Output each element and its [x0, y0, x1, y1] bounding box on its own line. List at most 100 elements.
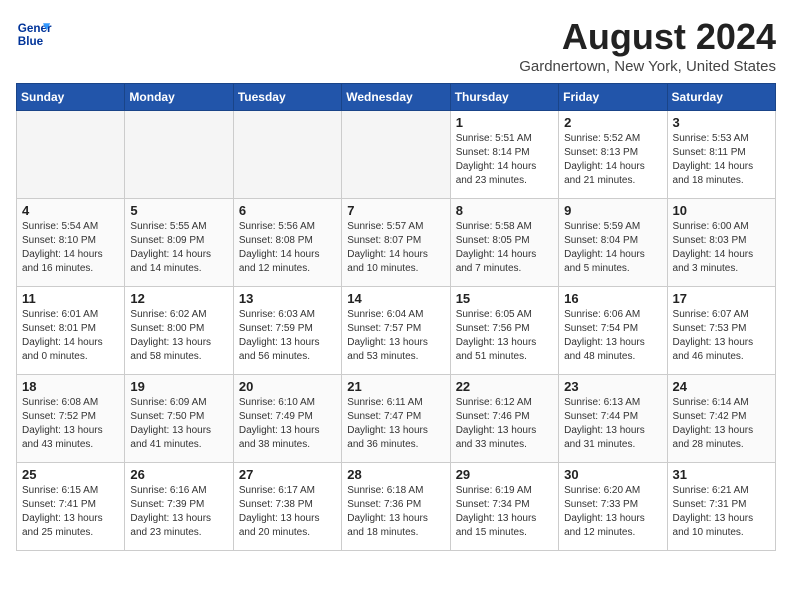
day-info: Sunrise: 6:11 AM Sunset: 7:47 PM Dayligh…: [347, 396, 444, 452]
day-number: 29: [456, 467, 553, 482]
day-info: Sunrise: 6:06 AM Sunset: 7:54 PM Dayligh…: [564, 308, 661, 364]
day-number: 23: [564, 379, 661, 394]
day-number: 12: [130, 291, 227, 306]
calendar-cell: 27 Sunrise: 6:17 AM Sunset: 7:38 PM Dayli…: [233, 463, 341, 551]
calendar-cell: 3 Sunrise: 5:53 AM Sunset: 8:11 PM Daylig…: [667, 111, 775, 199]
day-info: Sunrise: 6:18 AM Sunset: 7:36 PM Dayligh…: [347, 484, 444, 540]
calendar-cell: [342, 111, 450, 199]
logo: General Blue: [16, 16, 52, 52]
weekday-header-tuesday: Tuesday: [233, 84, 341, 111]
calendar-cell: 14 Sunrise: 6:04 AM Sunset: 7:57 PM Dayli…: [342, 287, 450, 375]
day-info: Sunrise: 5:54 AM Sunset: 8:10 PM Dayligh…: [22, 220, 119, 276]
day-number: 3: [673, 115, 770, 130]
calendar-cell: 26 Sunrise: 6:16 AM Sunset: 7:39 PM Dayli…: [125, 463, 233, 551]
calendar-cell: 5 Sunrise: 5:55 AM Sunset: 8:09 PM Daylig…: [125, 199, 233, 287]
day-info: Sunrise: 6:14 AM Sunset: 7:42 PM Dayligh…: [673, 396, 770, 452]
calendar-table: SundayMondayTuesdayWednesdayThursdayFrid…: [16, 83, 776, 551]
day-info: Sunrise: 5:56 AM Sunset: 8:08 PM Dayligh…: [239, 220, 336, 276]
day-info: Sunrise: 6:00 AM Sunset: 8:03 PM Dayligh…: [673, 220, 770, 276]
day-info: Sunrise: 6:02 AM Sunset: 8:00 PM Dayligh…: [130, 308, 227, 364]
day-info: Sunrise: 5:57 AM Sunset: 8:07 PM Dayligh…: [347, 220, 444, 276]
day-info: Sunrise: 6:03 AM Sunset: 7:59 PM Dayligh…: [239, 308, 336, 364]
day-number: 16: [564, 291, 661, 306]
calendar-cell: 12 Sunrise: 6:02 AM Sunset: 8:00 PM Dayli…: [125, 287, 233, 375]
calendar-cell: 19 Sunrise: 6:09 AM Sunset: 7:50 PM Dayli…: [125, 375, 233, 463]
weekday-header-row: SundayMondayTuesdayWednesdayThursdayFrid…: [17, 84, 776, 111]
calendar-cell: 10 Sunrise: 6:00 AM Sunset: 8:03 PM Dayli…: [667, 199, 775, 287]
calendar-cell: 13 Sunrise: 6:03 AM Sunset: 7:59 PM Dayli…: [233, 287, 341, 375]
day-info: Sunrise: 6:15 AM Sunset: 7:41 PM Dayligh…: [22, 484, 119, 540]
day-info: Sunrise: 6:01 AM Sunset: 8:01 PM Dayligh…: [22, 308, 119, 364]
title-section: August 2024 Gardnertown, New York, Unite…: [519, 16, 776, 75]
day-number: 31: [673, 467, 770, 482]
weekday-header-monday: Monday: [125, 84, 233, 111]
svg-text:Blue: Blue: [18, 35, 44, 48]
day-number: 11: [22, 291, 119, 306]
calendar-cell: [17, 111, 125, 199]
calendar-cell: 2 Sunrise: 5:52 AM Sunset: 8:13 PM Daylig…: [559, 111, 667, 199]
day-info: Sunrise: 6:20 AM Sunset: 7:33 PM Dayligh…: [564, 484, 661, 540]
calendar-cell: 11 Sunrise: 6:01 AM Sunset: 8:01 PM Dayli…: [17, 287, 125, 375]
day-number: 24: [673, 379, 770, 394]
weekday-header-wednesday: Wednesday: [342, 84, 450, 111]
day-info: Sunrise: 6:07 AM Sunset: 7:53 PM Dayligh…: [673, 308, 770, 364]
calendar-cell: 31 Sunrise: 6:21 AM Sunset: 7:31 PM Dayli…: [667, 463, 775, 551]
day-info: Sunrise: 6:13 AM Sunset: 7:44 PM Dayligh…: [564, 396, 661, 452]
day-info: Sunrise: 6:17 AM Sunset: 7:38 PM Dayligh…: [239, 484, 336, 540]
day-info: Sunrise: 6:09 AM Sunset: 7:50 PM Dayligh…: [130, 396, 227, 452]
weekday-header-thursday: Thursday: [450, 84, 558, 111]
day-number: 9: [564, 203, 661, 218]
day-number: 20: [239, 379, 336, 394]
day-number: 25: [22, 467, 119, 482]
day-number: 27: [239, 467, 336, 482]
calendar-week-row: 18 Sunrise: 6:08 AM Sunset: 7:52 PM Dayli…: [17, 375, 776, 463]
calendar-cell: [125, 111, 233, 199]
day-number: 6: [239, 203, 336, 218]
calendar-cell: 9Sunrise: 5:59 AM Sunset: 8:04 PM Daylig…: [559, 199, 667, 287]
calendar-week-row: 4Sunrise: 5:54 AM Sunset: 8:10 PM Daylig…: [17, 199, 776, 287]
weekday-header-sunday: Sunday: [17, 84, 125, 111]
day-number: 7: [347, 203, 444, 218]
calendar-cell: 15 Sunrise: 6:05 AM Sunset: 7:56 PM Dayli…: [450, 287, 558, 375]
calendar-title: August 2024: [519, 16, 776, 58]
day-number: 15: [456, 291, 553, 306]
calendar-subtitle: Gardnertown, New York, United States: [519, 58, 776, 75]
day-number: 18: [22, 379, 119, 394]
calendar-week-row: 1 Sunrise: 5:51 AM Sunset: 8:14 PM Daylig…: [17, 111, 776, 199]
day-info: Sunrise: 6:05 AM Sunset: 7:56 PM Dayligh…: [456, 308, 553, 364]
day-info: Sunrise: 6:21 AM Sunset: 7:31 PM Dayligh…: [673, 484, 770, 540]
calendar-cell: 16 Sunrise: 6:06 AM Sunset: 7:54 PM Dayli…: [559, 287, 667, 375]
day-number: 26: [130, 467, 227, 482]
day-info: Sunrise: 5:51 AM Sunset: 8:14 PM Dayligh…: [456, 132, 553, 188]
day-number: 2: [564, 115, 661, 130]
calendar-cell: 8Sunrise: 5:58 AM Sunset: 8:05 PM Daylig…: [450, 199, 558, 287]
calendar-cell: 18 Sunrise: 6:08 AM Sunset: 7:52 PM Dayli…: [17, 375, 125, 463]
day-number: 14: [347, 291, 444, 306]
day-number: 13: [239, 291, 336, 306]
page-header: General Blue August 2024 Gardnertown, Ne…: [16, 16, 776, 75]
day-info: Sunrise: 5:53 AM Sunset: 8:11 PM Dayligh…: [673, 132, 770, 188]
day-number: 28: [347, 467, 444, 482]
day-info: Sunrise: 6:10 AM Sunset: 7:49 PM Dayligh…: [239, 396, 336, 452]
calendar-cell: 24 Sunrise: 6:14 AM Sunset: 7:42 PM Dayli…: [667, 375, 775, 463]
day-number: 19: [130, 379, 227, 394]
calendar-cell: 4Sunrise: 5:54 AM Sunset: 8:10 PM Daylig…: [17, 199, 125, 287]
calendar-cell: 29Sunrise: 6:19 AM Sunset: 7:34 PM Dayli…: [450, 463, 558, 551]
day-number: 10: [673, 203, 770, 218]
day-number: 5: [130, 203, 227, 218]
day-info: Sunrise: 5:52 AM Sunset: 8:13 PM Dayligh…: [564, 132, 661, 188]
day-number: 1: [456, 115, 553, 130]
calendar-cell: 6 Sunrise: 5:56 AM Sunset: 8:08 PM Daylig…: [233, 199, 341, 287]
weekday-header-friday: Friday: [559, 84, 667, 111]
day-info: Sunrise: 6:16 AM Sunset: 7:39 PM Dayligh…: [130, 484, 227, 540]
day-info: Sunrise: 5:55 AM Sunset: 8:09 PM Dayligh…: [130, 220, 227, 276]
day-info: Sunrise: 6:04 AM Sunset: 7:57 PM Dayligh…: [347, 308, 444, 364]
day-number: 8: [456, 203, 553, 218]
weekday-header-saturday: Saturday: [667, 84, 775, 111]
calendar-cell: 22Sunrise: 6:12 AM Sunset: 7:46 PM Dayli…: [450, 375, 558, 463]
day-info: Sunrise: 6:12 AM Sunset: 7:46 PM Dayligh…: [456, 396, 553, 452]
calendar-cell: 7 Sunrise: 5:57 AM Sunset: 8:07 PM Daylig…: [342, 199, 450, 287]
logo-icon: General Blue: [16, 16, 52, 52]
calendar-cell: 1 Sunrise: 5:51 AM Sunset: 8:14 PM Daylig…: [450, 111, 558, 199]
day-info: Sunrise: 6:08 AM Sunset: 7:52 PM Dayligh…: [22, 396, 119, 452]
